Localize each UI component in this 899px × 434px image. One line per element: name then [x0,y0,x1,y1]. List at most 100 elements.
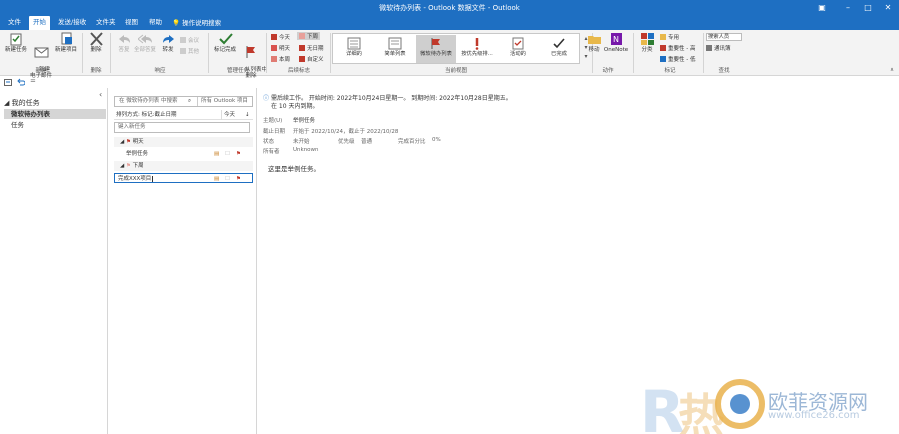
low-importance-button[interactable]: 重要性 - 低 [660,55,695,63]
tell-me-label: 操作说明搜索 [182,19,222,27]
view-completed[interactable]: 已完成 [539,35,579,63]
send-receive-icon[interactable] [4,79,12,86]
subject-value: 举例任务 [293,118,316,124]
flag-no-date-button[interactable]: 无日期 [299,44,324,52]
reply-label: 答复 [118,47,130,53]
high-importance-button[interactable]: 重要性 - 高 [660,44,695,52]
tab-send-receive[interactable]: 发送/接收 [54,16,90,30]
reply-button[interactable]: 答复 [114,32,134,54]
flag-icon[interactable]: ⚑ [236,174,241,184]
task-row[interactable]: 举例任务 ▤ ☐ ⚑ [114,149,253,159]
close-button[interactable]: ✕ [878,0,898,15]
mark-complete-button[interactable]: 标记完成 [212,32,238,54]
flag-icon: ⚑ [125,139,131,145]
search-scope-dropdown[interactable]: 所有 Outlook 项目 [197,97,253,106]
reply-all-label: 全部答复 [134,47,157,53]
flag-today-label: 今天 [279,35,291,41]
undo-icon[interactable] [17,78,25,86]
delete-button[interactable]: 删除 [85,32,107,54]
ribbon-display-icon[interactable]: ▣ [812,0,832,15]
meeting-button[interactable]: 会议 [180,36,199,44]
info-bar: ⓘ 需后续工作。 开始时间: 2022年10月24日星期一。 到期时间: 202… [263,95,512,111]
onenote-button[interactable]: N OneNote [603,32,629,54]
customize-qat-icon[interactable]: = [30,77,36,85]
search-icon[interactable]: ⌕ [188,97,191,106]
view-simple-list[interactable]: 简单列表 [375,35,415,63]
address-book-label: 通讯簿 [714,46,731,52]
task-list-pane: 在 微软待办列表 中搜索 ⌕ 所有 Outlook 项目 排列方式: 标记:截止… [109,88,257,434]
tab-file[interactable]: 文件 [4,16,25,30]
search-people-input[interactable]: 搜索人员 [706,33,742,41]
ribbon-collapse-icon[interactable]: ∧ [890,67,894,73]
tab-view[interactable]: 视图 [121,16,142,30]
new-items-button[interactable]: 新建项目 [53,32,79,54]
forward-button[interactable]: 转发 [158,32,178,54]
tab-help[interactable]: 帮助 [145,16,166,30]
complete-checkbox[interactable]: ☐ [225,149,230,159]
view-by-priority[interactable]: 按优先级排... [457,35,497,63]
tab-folder[interactable]: 文件夹 [92,16,120,30]
sort-bar[interactable]: 排列方式: 标记:截止日期 今天 ↓ [114,110,253,120]
more-respond-button[interactable]: 其他 [180,47,199,55]
sort-arrow-icon[interactable]: ↓ [245,110,250,120]
active-view-icon [512,37,524,50]
due-value: 开始于 2022/10/24，截止于 2022/10/28 [293,129,399,135]
view-active[interactable]: 活动的 [498,35,538,63]
flag-today-button[interactable]: 今天 [271,33,290,41]
view-detailed[interactable]: 详细的 [334,35,374,63]
new-task-button[interactable]: 新建任务 [3,32,29,54]
title-bar: 微软待办列表 - Outlook 数据文件 - Outlook ▣ – □ ✕ [0,0,899,15]
private-label: 专用 [668,35,680,41]
chevron-left-icon[interactable]: ‹ [99,90,102,99]
nav-item-tasks[interactable]: 任务 [4,120,106,130]
expand-triangle-icon: ◢ [4,99,10,107]
flag-tomorrow-button[interactable]: 明天 [271,44,290,52]
group-label-tags: 标记 [664,68,676,74]
todo-flag-icon [431,38,440,49]
group-label-delete: 删除 [90,68,102,74]
sort-label: 排列方式: 标记:截止日期 [116,112,177,118]
task-type-icon: ▤ [214,151,220,157]
flag-icon[interactable]: ⚑ [236,149,241,159]
svg-text:N: N [613,35,619,44]
maximize-button[interactable]: □ [858,0,878,15]
search-input[interactable]: 在 微软待办列表 中搜索 [119,97,178,106]
group-divider [633,33,634,73]
move-button[interactable]: 移动 [586,32,602,54]
detailed-view-icon [347,37,361,50]
nav-item-todo-list[interactable]: 微软待办列表 [4,109,106,119]
flag-no-date-label: 无日期 [307,46,324,52]
reply-all-button[interactable]: 全部答复 [134,32,156,54]
flag-tomorrow-label: 明天 [279,46,291,52]
delete-x-icon [89,32,103,46]
exclamation-icon [660,45,666,51]
tell-me-search[interactable]: 💡 操作说明搜索 [172,17,221,27]
my-tasks-header[interactable]: ◢ 我的任务 [4,98,40,108]
flag-next-week-button[interactable]: 下周 [297,32,321,40]
view-todo-list[interactable]: 微软待办列表 [416,35,456,63]
flag-custom-button[interactable]: 自定义 [299,55,324,63]
priority-value: 普通 [361,139,373,145]
ribbon: 新建任务 新建 电子邮件 新建项目 新建 删除 删除 答复 全部答复 转发 会议… [0,30,899,79]
tab-home[interactable]: 开始 [29,16,50,30]
task-subject[interactable]: 完成XXX项目 [118,176,154,182]
task-row[interactable]: 完成XXX项目 ▤ ☐ ⚑ [114,173,253,183]
my-tasks-label: 我的任务 [11,99,40,107]
new-task-input[interactable]: 键入新任务 [114,122,250,133]
private-button[interactable]: 专用 [660,33,679,41]
group-header-next-week[interactable]: ◢ ⚑ 下周 [114,161,253,171]
flag-this-week-button[interactable]: 本周 [271,55,290,63]
move-label: 移动 [588,47,600,53]
categorize-button[interactable]: 分类 [638,32,656,54]
address-book-button[interactable]: 通讯簿 [706,44,731,52]
search-box[interactable]: 在 微软待办列表 中搜索 ⌕ 所有 Outlook 项目 [114,96,253,107]
folder-pane: ‹ ◢ 我的任务 微软待办列表 任务 [0,88,108,434]
sort-value[interactable]: 今天 [221,110,235,120]
group-header-tomorrow[interactable]: ◢ ⚑ 明天 [114,137,253,147]
view-todo-list-label: 微软待办列表 [420,51,452,57]
view-active-label: 活动的 [510,51,526,57]
minimize-button[interactable]: – [838,0,858,15]
complete-checkbox[interactable]: ☐ [225,174,230,184]
owner-label: 所有者 [263,149,280,155]
ribbon-tabs: 文件 开始 发送/接收 文件夹 视图 帮助 💡 操作说明搜索 [0,15,899,30]
